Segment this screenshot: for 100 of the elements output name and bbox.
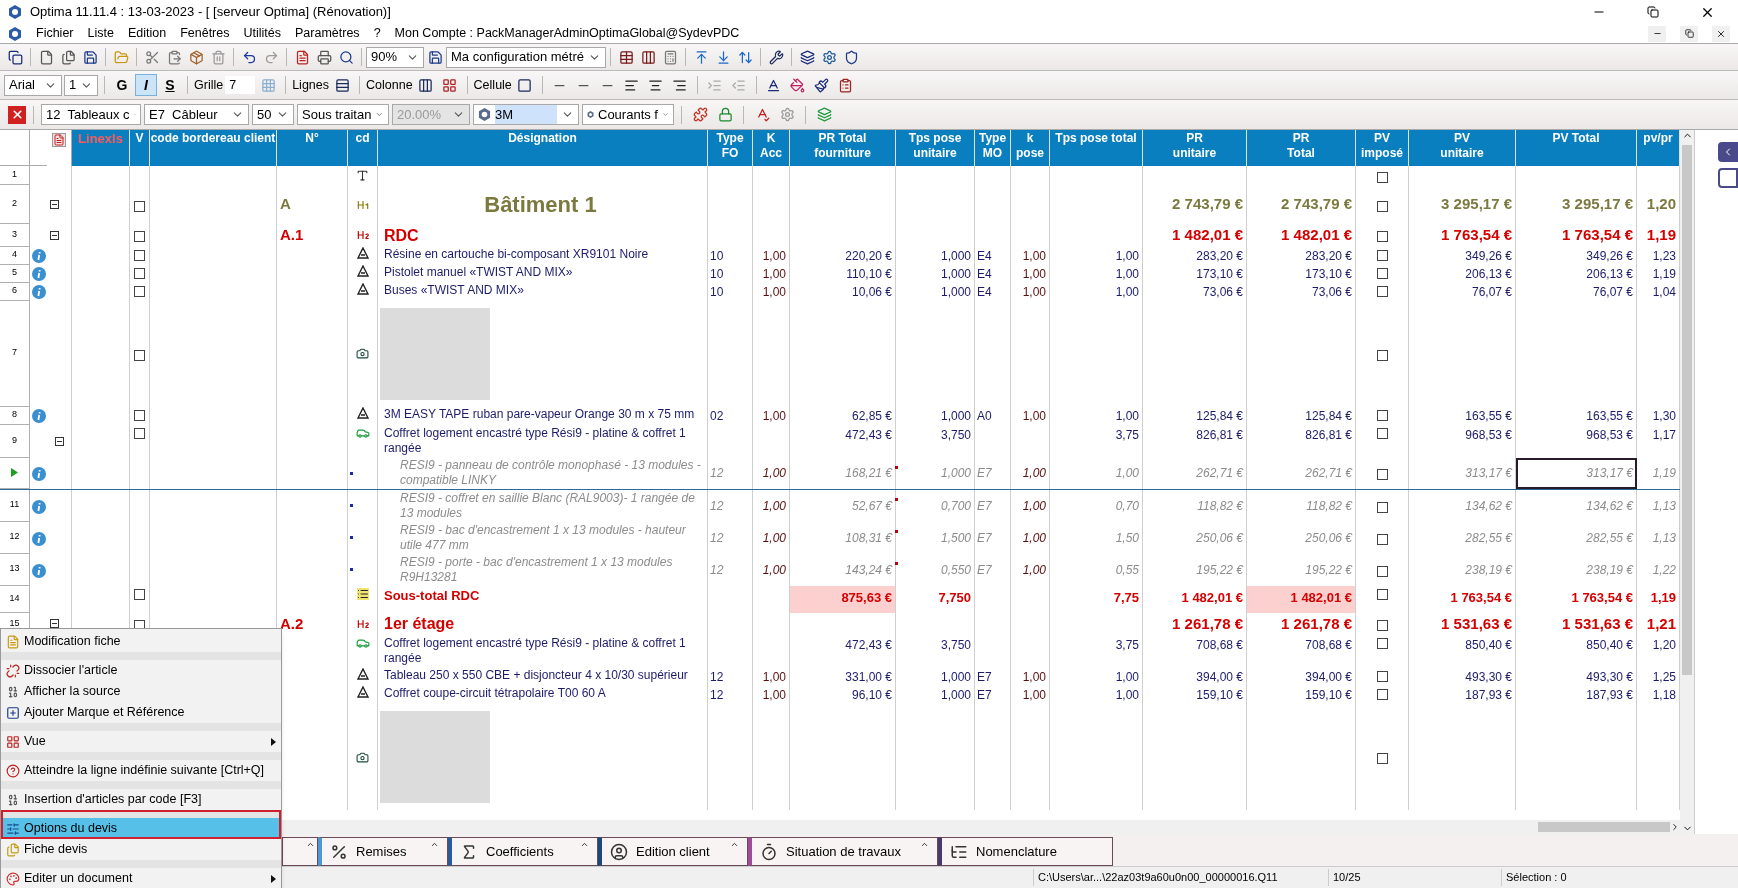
column-header[interactable]: pv/pr <box>1637 130 1680 166</box>
checkbox[interactable] <box>1376 565 1388 577</box>
menu-item[interactable]: Fenêtres <box>180 24 230 43</box>
checkbox[interactable] <box>1376 469 1388 480</box>
dropdown[interactable]: 90% <box>366 46 424 68</box>
bottom-tab[interactable]: Remises <box>318 837 448 866</box>
dropdown[interactable]: Sous traitan <box>297 104 389 125</box>
column-header[interactable]: N° <box>277 130 348 166</box>
column-header[interactable]: PR Total <box>1247 130 1356 166</box>
panel-tab[interactable] <box>1718 168 1738 188</box>
column-header[interactable]: PV Total <box>1516 130 1637 166</box>
info-icon[interactable] <box>31 284 46 299</box>
column-header[interactable]: PV unitaire <box>1409 130 1516 166</box>
menu-item[interactable]: ? <box>373 24 381 43</box>
dropdown[interactable]: E7 Câbleur <box>144 104 249 125</box>
info-icon[interactable] <box>31 408 46 423</box>
menu-item[interactable]: Utilités <box>243 24 281 43</box>
column-header[interactable]: PR unitaire <box>1143 130 1247 166</box>
corner-cell[interactable] <box>0 130 30 166</box>
dropdown[interactable]: 1 <box>64 74 98 96</box>
bottom-tab[interactable]: Nomenclature <box>938 837 1113 866</box>
menu-item[interactable]: Fichier <box>36 24 74 43</box>
checkbox[interactable] <box>1376 638 1388 649</box>
dropdown[interactable]: 50 <box>252 104 294 125</box>
dropdown[interactable]: Arial <box>4 74 62 96</box>
menu-item[interactable]: Liste <box>87 24 114 43</box>
checkbox[interactable] <box>1376 619 1388 631</box>
column-header[interactable]: Tps pose total <box>1050 130 1143 166</box>
checkbox[interactable] <box>1376 267 1388 279</box>
checkbox[interactable] <box>1376 171 1388 183</box>
checkbox[interactable] <box>134 249 145 261</box>
menu-item[interactable]: Atteindre la ligne indéfinie suivante [Ctrl+Q] <box>1 752 281 781</box>
close-icon[interactable] <box>1716 28 1726 39</box>
column-header[interactable]: k pose <box>1011 130 1050 166</box>
menu-item[interactable]: Afficher la source <box>1 681 281 702</box>
bottom-tab[interactable]: Edition client <box>598 837 748 866</box>
column-header[interactable]: PV imposé <box>1356 130 1409 166</box>
checkbox[interactable] <box>1376 427 1388 439</box>
collapse-icon[interactable] <box>50 200 59 209</box>
checkbox[interactable] <box>1376 200 1388 212</box>
menu-item[interactable]: Paramètres <box>295 24 360 43</box>
checkbox[interactable] <box>134 285 145 297</box>
caret-up-icon[interactable] <box>730 840 739 849</box>
scrollbar-thumb[interactable] <box>1538 822 1670 832</box>
scrollbar-thumb[interactable] <box>1682 145 1692 675</box>
checkbox[interactable] <box>1376 588 1388 600</box>
checkbox[interactable] <box>134 588 145 600</box>
checkbox[interactable] <box>1376 285 1388 297</box>
checkbox[interactable] <box>1376 533 1388 545</box>
restore-icon[interactable] <box>1684 29 1694 38</box>
checkbox[interactable] <box>1376 671 1388 682</box>
caret-up-icon[interactable] <box>306 840 315 849</box>
menu-item[interactable]: Dissocier l'article <box>1 652 281 681</box>
checkbox[interactable] <box>134 349 145 361</box>
column-header[interactable]: Type FO <box>708 130 753 166</box>
checkbox[interactable] <box>134 409 145 421</box>
restore-icon[interactable] <box>1647 6 1659 18</box>
info-icon[interactable] <box>31 266 46 281</box>
menu-item[interactable]: Fiche devis <box>1 839 281 860</box>
document-icon[interactable] <box>52 133 66 147</box>
checkbox[interactable] <box>1376 753 1388 764</box>
column-header[interactable]: V <box>130 130 150 166</box>
text-style-button[interactable]: S <box>159 74 181 96</box>
checkbox[interactable] <box>1376 409 1388 421</box>
collapse-icon[interactable] <box>50 230 59 240</box>
column-header[interactable]: Type MO <box>975 130 1011 166</box>
dropdown[interactable]: 3M <box>473 104 579 125</box>
column-header[interactable]: PR Total fourniture <box>790 130 896 166</box>
column-header[interactable]: cd <box>348 130 378 166</box>
menu-item[interactable]: Modification fiche <box>1 631 281 652</box>
scroll-right-icon[interactable] <box>1670 822 1680 832</box>
caret-up-icon[interactable] <box>580 840 589 849</box>
column-header[interactable]: K Acc <box>753 130 790 166</box>
bottom-tab[interactable]: Situation de travaux <box>748 837 938 866</box>
info-icon[interactable] <box>31 248 46 263</box>
column-header[interactable]: Tps pose unitaire <box>896 130 975 166</box>
menu-item[interactable]: Editer un document <box>1 860 281 888</box>
checkbox[interactable] <box>1376 249 1388 261</box>
collapse-icon[interactable] <box>50 619 59 629</box>
info-icon[interactable] <box>31 563 46 578</box>
checkbox[interactable] <box>134 267 145 279</box>
checkbox[interactable] <box>1376 231 1388 243</box>
menu-item[interactable]: Edition <box>127 24 167 43</box>
checkbox[interactable] <box>134 200 145 212</box>
dropdown[interactable]: Courants f <box>582 104 674 125</box>
dropdown[interactable]: Ma configuration métré <box>446 46 606 68</box>
info-icon[interactable] <box>31 531 46 546</box>
checkbox[interactable] <box>1376 689 1388 700</box>
menu-item[interactable]: Vue <box>1 723 281 752</box>
info-icon[interactable] <box>31 499 46 514</box>
checkbox[interactable] <box>134 427 145 439</box>
collapse-panel-button[interactable] <box>1718 142 1738 162</box>
text-style-button[interactable]: I <box>135 74 157 96</box>
caret-up-icon[interactable] <box>920 840 929 849</box>
bottom-tab[interactable]: Coefficients <box>448 837 598 866</box>
menu-item[interactable]: Options du devis <box>1 810 281 839</box>
column-header[interactable]: code bordereau client <box>150 130 277 166</box>
column-header[interactable]: Désignation <box>378 130 708 166</box>
checkbox[interactable] <box>1376 501 1388 513</box>
text-style-button[interactable]: G <box>111 74 133 96</box>
